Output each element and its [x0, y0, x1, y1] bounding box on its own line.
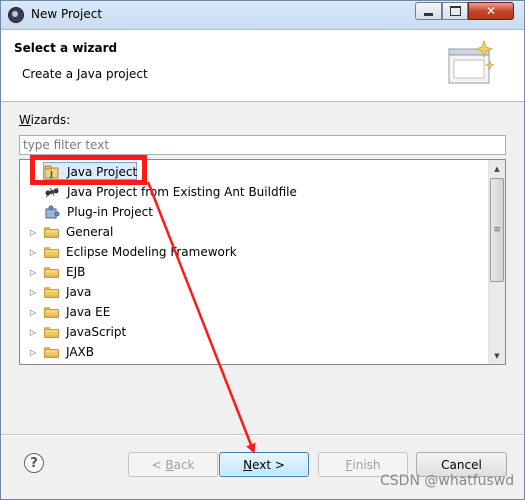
expand-arrow-icon[interactable]: ▷ — [28, 268, 38, 277]
new-wizard-icon — [448, 39, 494, 84]
close-icon: ✕ — [485, 4, 497, 18]
folder-icon — [43, 265, 59, 279]
plugin-icon — [44, 205, 60, 219]
button-bar-separator — [1, 434, 524, 436]
expand-arrow-icon[interactable]: ▷ — [28, 328, 38, 337]
tree-item-label: General — [66, 225, 114, 239]
eclipse-icon — [8, 7, 24, 23]
tree-item[interactable]: ▷ Eclipse Modeling Framework — [28, 242, 239, 262]
banner-title: Select a wizard — [14, 41, 118, 55]
tree-item-label: Java EE — [66, 305, 111, 319]
folder-icon — [43, 325, 59, 339]
minimize-icon — [424, 12, 433, 16]
tree-item-label: JAXB — [66, 345, 94, 359]
wizard-banner: Select a wizard Create a Java project — [1, 30, 524, 102]
vertical-scrollbar[interactable]: ▲ ≡ ▼ — [488, 160, 505, 364]
tree-item[interactable]: ▷ JavaScript — [28, 322, 128, 342]
maximize-button[interactable] — [442, 2, 468, 20]
expand-arrow-icon[interactable]: ▷ — [28, 228, 38, 237]
scroll-thumb[interactable]: ≡ — [490, 178, 504, 282]
tree-item-label: JavaScript — [66, 325, 127, 339]
ant-icon — [44, 185, 60, 199]
new-project-dialog: New Project ✕ Select a wizard Create a J… — [0, 0, 525, 500]
maximize-icon — [449, 6, 461, 16]
next-button[interactable]: Next > — [219, 452, 309, 477]
folder-icon — [43, 245, 59, 259]
folder-icon — [43, 225, 59, 239]
minimize-button[interactable] — [415, 2, 442, 20]
svg-text:J: J — [49, 170, 53, 179]
tree-item[interactable]: Plug-in Project — [44, 202, 155, 222]
folder-icon — [43, 285, 59, 299]
wizard-tree[interactable]: J Java Project Java Project from Existing … — [19, 159, 506, 365]
java-project-icon: J — [44, 165, 60, 179]
tree-item-selected[interactable]: J Java Project — [44, 162, 139, 182]
tree-item[interactable]: ▷ Java — [28, 282, 93, 302]
wizards-label: Wizards: — [19, 113, 71, 127]
tree-item-label: Java Project — [67, 165, 138, 179]
expand-arrow-icon[interactable]: ▷ — [28, 348, 38, 357]
filter-input[interactable] — [19, 135, 506, 155]
tree-item-label: Plug-in Project — [67, 205, 153, 219]
expand-arrow-icon[interactable]: ▷ — [28, 248, 38, 257]
tree-item[interactable]: ▷ EJB — [28, 262, 87, 282]
tree-item[interactable]: Java Project from Existing Ant Buildfile — [44, 182, 299, 202]
folder-icon — [43, 305, 59, 319]
scroll-up-arrow-icon[interactable]: ▲ — [489, 160, 505, 177]
help-button[interactable]: ? — [24, 453, 44, 473]
banner-description: Create a Java project — [22, 67, 148, 81]
tree-item-label: EJB — [66, 265, 86, 279]
scroll-down-arrow-icon[interactable]: ▼ — [489, 347, 505, 364]
tree-item[interactable]: ▷ Java EE — [28, 302, 112, 322]
folder-icon — [43, 345, 59, 359]
tree-item[interactable]: ▷ JAXB — [28, 342, 96, 362]
close-button[interactable]: ✕ — [468, 2, 514, 20]
expand-arrow-icon[interactable]: ▷ — [28, 308, 38, 317]
tree-item-label: Eclipse Modeling Framework — [66, 245, 237, 259]
tree-item-label: Java Project from Existing Ant Buildfile — [67, 185, 297, 199]
tree-item[interactable]: ▷ General — [28, 222, 115, 242]
expand-arrow-icon[interactable]: ▷ — [28, 288, 38, 297]
window-title: New Project — [31, 7, 103, 21]
watermark: CSDN @whatfuswd — [380, 473, 515, 489]
tree-item-label: Java — [66, 285, 92, 299]
back-button[interactable]: < Back — [128, 452, 218, 477]
title-bar: New Project ✕ — [1, 1, 524, 30]
